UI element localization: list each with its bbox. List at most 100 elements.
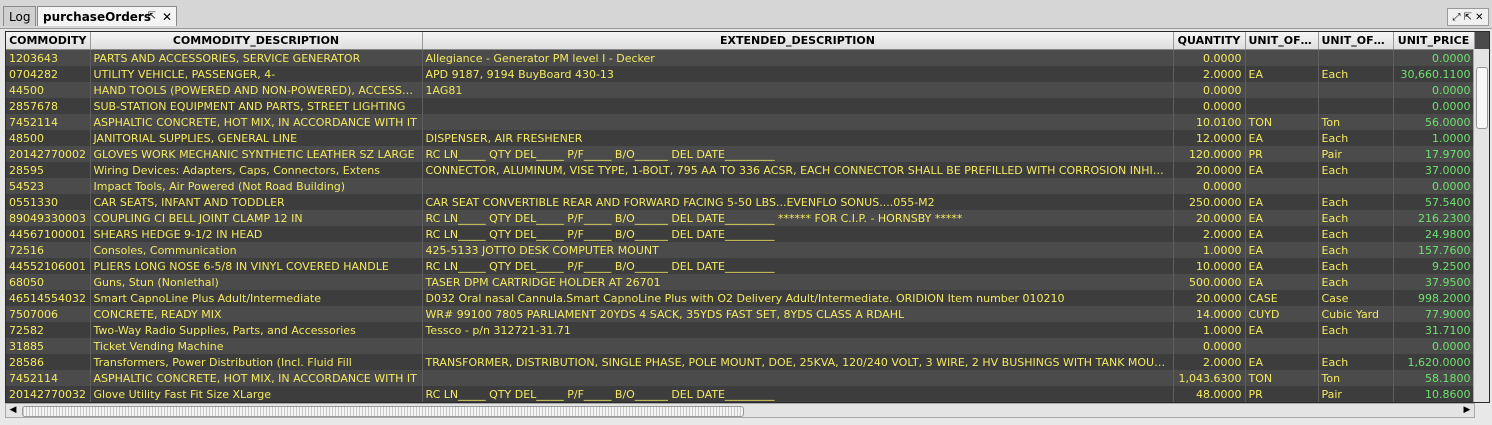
cell-extended-description[interactable] bbox=[422, 338, 1174, 354]
cell-unit-price[interactable]: 0.0000 bbox=[1393, 98, 1475, 114]
cell-quantity[interactable]: 0.0000 bbox=[1173, 49, 1246, 66]
cell-commodity[interactable]: 0704282 bbox=[6, 66, 91, 82]
table-row[interactable]: 0704282 UTILITY VEHICLE, PASSENGER, 4- APD… bbox=[6, 66, 1475, 82]
cell-unit-price[interactable]: 57.5400 bbox=[1393, 194, 1475, 210]
cell-commodity-description[interactable]: Guns, Stun (Nonlethal) bbox=[90, 274, 423, 290]
tab-log[interactable]: Log bbox=[3, 6, 36, 26]
horizontal-scroll-thumb[interactable] bbox=[22, 406, 744, 417]
cell-commodity[interactable]: 7452114 bbox=[6, 370, 91, 386]
scroll-left-icon[interactable]: ◀ bbox=[6, 404, 20, 417]
vertical-scrollbar[interactable] bbox=[1473, 49, 1489, 402]
cell-unit-of-measure[interactable]: TON bbox=[1245, 370, 1319, 386]
column-header-unit-price[interactable]: UNIT_PRICE bbox=[1393, 32, 1475, 50]
table-row[interactable]: 72516 Consoles, Communication 425-5133 JOT… bbox=[6, 242, 1475, 258]
cell-unit-price[interactable]: 157.7600 bbox=[1393, 242, 1475, 258]
cell-unit-price[interactable]: 216.2300 bbox=[1393, 210, 1475, 226]
table-row[interactable]: 48500 JANITORIAL SUPPLIES, GENERAL LINE DI… bbox=[6, 130, 1475, 146]
vertical-scroll-thumb[interactable] bbox=[1476, 67, 1488, 129]
cell-unit-price[interactable]: 1,620.0000 bbox=[1393, 354, 1475, 370]
cell-commodity[interactable]: 44567100001 bbox=[6, 226, 91, 242]
cell-commodity[interactable]: 20142770032 bbox=[6, 386, 91, 402]
tab-purchase-orders[interactable]: purchaseOrders ⇱ ✕ bbox=[37, 6, 177, 26]
cell-unit-of-description[interactable]: Each bbox=[1318, 130, 1394, 146]
cell-unit-price[interactable]: 10.8600 bbox=[1393, 386, 1475, 402]
table-row[interactable]: 28595 Wiring Devices: Adapters, Caps, Con… bbox=[6, 162, 1475, 178]
cell-unit-of-description[interactable] bbox=[1318, 338, 1394, 354]
cell-unit-price[interactable]: 77.9000 bbox=[1393, 306, 1475, 322]
cell-unit-of-measure[interactable] bbox=[1245, 49, 1319, 66]
cell-quantity[interactable]: 2.0000 bbox=[1173, 354, 1246, 370]
table-row[interactable]: 20142770002 GLOVES WORK MECHANIC SYNTHETI… bbox=[6, 146, 1475, 162]
cell-unit-of-description[interactable] bbox=[1318, 98, 1394, 114]
cell-commodity[interactable]: 54523 bbox=[6, 178, 91, 194]
cell-quantity[interactable]: 1.0000 bbox=[1173, 322, 1246, 338]
cell-unit-of-measure[interactable]: EA bbox=[1245, 66, 1319, 82]
table-row[interactable]: 28586 Transformers, Power Distribution (I… bbox=[6, 354, 1475, 370]
cell-unit-of-description[interactable]: Each bbox=[1318, 242, 1394, 258]
cell-extended-description[interactable] bbox=[422, 114, 1174, 130]
cell-extended-description[interactable]: Allegiance - Generator PM level I - Deck… bbox=[422, 49, 1174, 66]
cell-unit-of-measure[interactable]: EA bbox=[1245, 322, 1319, 338]
column-header-commodity-description[interactable]: COMMODITY_DESCRIPTION bbox=[90, 32, 423, 50]
cell-unit-price[interactable]: 17.9700 bbox=[1393, 146, 1475, 162]
cell-unit-price[interactable]: 0.0000 bbox=[1393, 338, 1475, 354]
cell-extended-description[interactable] bbox=[422, 370, 1174, 386]
cell-commodity-description[interactable]: SUB-STATION EQUIPMENT AND PARTS, STREET … bbox=[90, 98, 423, 114]
cell-unit-price[interactable]: 0.0000 bbox=[1393, 82, 1475, 98]
cell-unit-price[interactable]: 37.0000 bbox=[1393, 162, 1475, 178]
table-row[interactable]: 7452114 ASPHALTIC CONCRETE, HOT MIX, IN A… bbox=[6, 370, 1475, 386]
cell-extended-description[interactable]: APD 9187, 9194 BuyBoard 430-13 bbox=[422, 66, 1174, 82]
cell-extended-description[interactable]: D032 Oral nasal Cannula.Smart CapnoLine … bbox=[422, 290, 1174, 306]
cell-unit-of-measure[interactable] bbox=[1245, 98, 1319, 114]
cell-unit-of-measure[interactable]: TON bbox=[1245, 114, 1319, 130]
cell-extended-description[interactable]: DISPENSER, AIR FRESHENER bbox=[422, 130, 1174, 146]
cell-extended-description[interactable]: RC LN_____ QTY DEL_____ P/F_____ B/O____… bbox=[422, 258, 1174, 274]
table-row[interactable]: 2857678 SUB-STATION EQUIPMENT AND PARTS, … bbox=[6, 98, 1475, 114]
cell-unit-of-description[interactable]: Ton bbox=[1318, 370, 1394, 386]
cell-extended-description[interactable]: RC LN_____ QTY DEL_____ P/F_____ B/O____… bbox=[422, 386, 1174, 402]
cell-unit-price[interactable]: 58.1800 bbox=[1393, 370, 1475, 386]
cell-quantity[interactable]: 20.0000 bbox=[1173, 162, 1246, 178]
cell-commodity[interactable]: 28595 bbox=[6, 162, 91, 178]
cell-unit-of-measure[interactable] bbox=[1245, 82, 1319, 98]
cell-unit-of-description[interactable]: Cubic Yard bbox=[1318, 306, 1394, 322]
cell-unit-of-measure[interactable]: PR bbox=[1245, 146, 1319, 162]
cell-commodity[interactable]: 1203643 bbox=[6, 49, 91, 66]
horizontal-scrollbar[interactable]: ◀ ▶ bbox=[5, 403, 1475, 418]
cell-commodity-description[interactable]: Two-Way Radio Supplies, Parts, and Acces… bbox=[90, 322, 423, 338]
column-header-commodity[interactable]: COMMODITY bbox=[6, 32, 91, 50]
cell-unit-price[interactable]: 0.0000 bbox=[1393, 49, 1475, 66]
cell-extended-description[interactable]: 1AG81 bbox=[422, 82, 1174, 98]
table-row[interactable]: 46514554032 Smart CapnoLine Plus Adult/In… bbox=[6, 290, 1475, 306]
cell-quantity[interactable]: 2.0000 bbox=[1173, 226, 1246, 242]
close-icon[interactable]: ✕ bbox=[162, 7, 172, 27]
cell-commodity-description[interactable]: PLIERS LONG NOSE 6-5/8 IN VINYL COVERED … bbox=[90, 258, 423, 274]
cell-unit-of-description[interactable]: Case bbox=[1318, 290, 1394, 306]
pin-icon[interactable]: ⇱ bbox=[148, 7, 156, 27]
cell-unit-of-measure[interactable]: EA bbox=[1245, 274, 1319, 290]
cell-unit-of-measure[interactable]: EA bbox=[1245, 226, 1319, 242]
cell-commodity[interactable]: 48500 bbox=[6, 130, 91, 146]
cell-quantity[interactable]: 48.0000 bbox=[1173, 386, 1246, 402]
cell-unit-of-description[interactable]: Each bbox=[1318, 322, 1394, 338]
cell-commodity[interactable]: 68050 bbox=[6, 274, 91, 290]
cell-commodity[interactable]: 72516 bbox=[6, 242, 91, 258]
cell-commodity-description[interactable]: Glove Utility Fast Fit Size XLarge bbox=[90, 386, 423, 402]
cell-commodity-description[interactable]: SHEARS HEDGE 9-1/2 IN HEAD bbox=[90, 226, 423, 242]
cell-extended-description[interactable] bbox=[422, 178, 1174, 194]
cell-commodity[interactable]: 7452114 bbox=[6, 114, 91, 130]
cell-extended-description[interactable]: Tessco - p/n 312721-31.71 bbox=[422, 322, 1174, 338]
cell-commodity-description[interactable]: HAND TOOLS (POWERED AND NON-POWERED), AC… bbox=[90, 82, 423, 98]
cell-unit-of-measure[interactable]: EA bbox=[1245, 194, 1319, 210]
table-row[interactable]: 44500 HAND TOOLS (POWERED AND NON-POWERED… bbox=[6, 82, 1475, 98]
cell-commodity-description[interactable]: JANITORIAL SUPPLIES, GENERAL LINE bbox=[90, 130, 423, 146]
cell-unit-of-measure[interactable]: CUYD bbox=[1245, 306, 1319, 322]
cell-quantity[interactable]: 250.0000 bbox=[1173, 194, 1246, 210]
column-header-extended-description[interactable]: EXTENDED_DESCRIPTION bbox=[422, 32, 1174, 50]
cell-unit-of-measure[interactable] bbox=[1245, 178, 1319, 194]
cell-extended-description[interactable]: RC LN_____ QTY DEL_____ P/F_____ B/O____… bbox=[422, 226, 1174, 242]
cell-quantity[interactable]: 14.0000 bbox=[1173, 306, 1246, 322]
cell-extended-description[interactable]: RC LN_____ QTY DEL_____ P/F_____ B/O____… bbox=[422, 210, 1174, 226]
cell-unit-of-measure[interactable]: EA bbox=[1245, 258, 1319, 274]
cell-quantity[interactable]: 20.0000 bbox=[1173, 210, 1246, 226]
